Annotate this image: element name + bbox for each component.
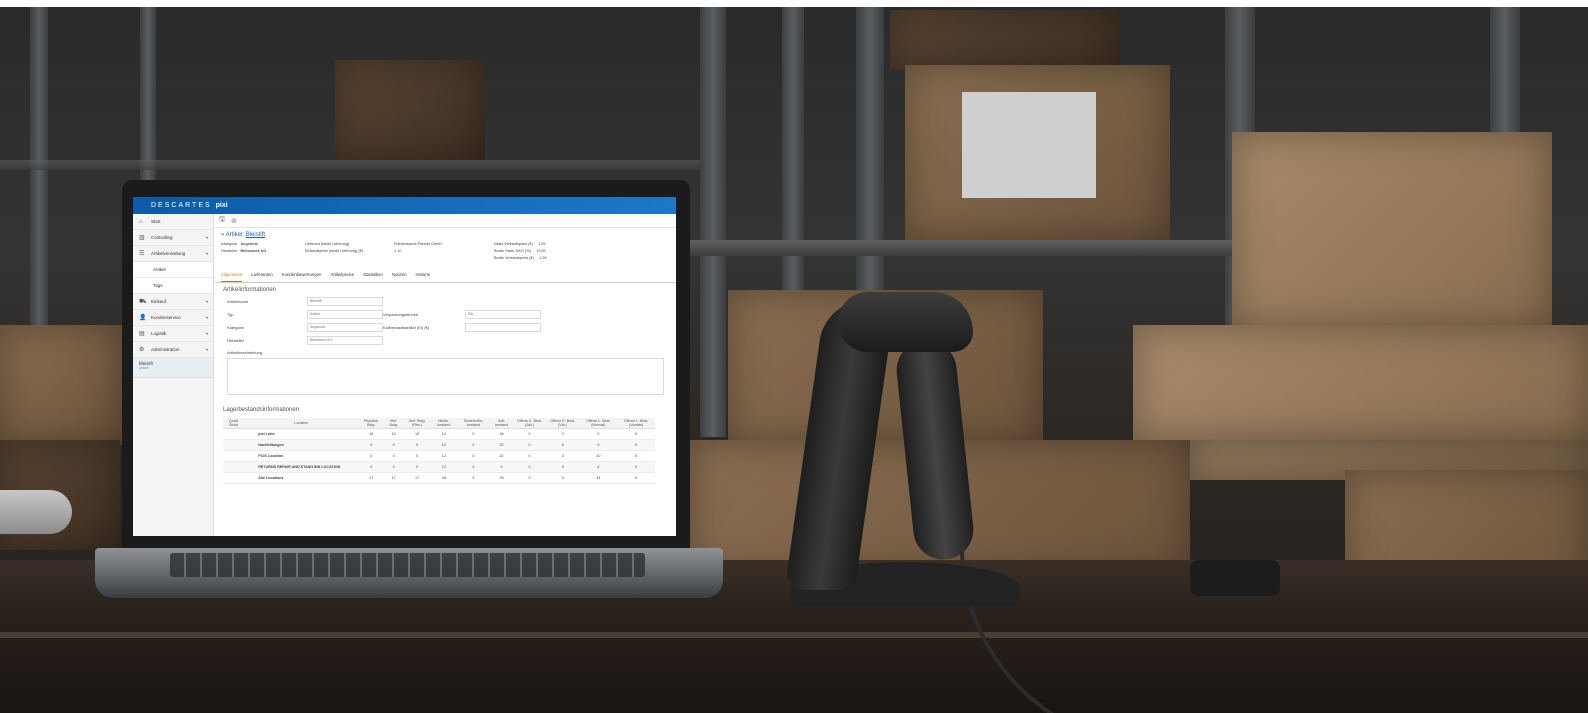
chevron-down-icon: ▾ [205, 315, 208, 320]
sidebar-item-logistik[interactable]: ▤ Logistik ▾ [133, 326, 213, 342]
sidebar: ⌂ Start ▥ Controlling ▾ ☰ Artikelverwaltung ▾… [133, 214, 214, 536]
chevron-down-icon: ▾ [205, 331, 208, 336]
hersteller-field[interactable]: Bibliowerk AG [307, 336, 383, 345]
chevron-down-icon: ▾ [205, 347, 208, 352]
shelf-beam [690, 240, 1250, 256]
main-content: 🖫 ⊘ « Artikel: Bleistift Kategorie Angeb… [215, 214, 676, 536]
home-icon: ⌂ [139, 218, 143, 225]
chevron-down-icon: ▾ [205, 235, 208, 240]
sidebar-item-einkauf[interactable]: ⛟ Einkauf ▾ [133, 294, 213, 310]
table-header-row: Quick Stock Location Physikal. Bstg. Ver… [223, 418, 655, 429]
chevron-down-icon: ▾ [205, 299, 208, 304]
section-title-artikelinformationen: Artikelinformationen [223, 287, 277, 293]
table-row[interactable]: pixi Lotte 16 10 10 12 0 38 0 0 0 0 [223, 428, 655, 440]
sidebar-item-artikelverwaltung[interactable]: ☰ Artikelverwaltung ▾ [133, 246, 213, 262]
shelf-beam [0, 160, 700, 170]
shelf-post [30, 7, 48, 337]
shelf-post [1490, 7, 1520, 137]
sidebar-item-kundenservice[interactable]: 👤 Kundenservice ▾ [133, 310, 213, 326]
tab-statistiken[interactable]: Statistiken [363, 272, 383, 282]
sidebar-item-controlling[interactable]: ▥ Controlling ▾ [133, 230, 213, 246]
sidebar-item-artikel[interactable]: Artikel [133, 262, 213, 278]
app-topbar: DESCARTES pixi [133, 197, 676, 214]
shelf-post [140, 7, 156, 207]
barcode-scanner [838, 292, 973, 352]
warehouse-photo-background: DESCARTES pixi ⌂ Start ▥ Controlling ▾ ☰ Art… [0, 0, 1588, 713]
sidebar-item-administration[interactable]: ⚙ Administration ▾ [133, 342, 213, 358]
cardboard-box [1232, 132, 1552, 328]
kaltverkauf-field[interactable] [465, 323, 541, 332]
tab-artikelpreise[interactable]: Artikelpreise [330, 272, 354, 282]
sidebar-active-record[interactable]: Bleistift Artikel [133, 358, 213, 378]
cardboard-box [1133, 325, 1588, 440]
tab-kundenbewertungen[interactable]: Kundenbewertungen [282, 272, 322, 282]
tab-historie[interactable]: Historie [416, 272, 431, 282]
top-strip [0, 0, 1588, 7]
tape-roll [0, 490, 72, 534]
description-textarea[interactable] [227, 358, 664, 395]
chart-icon: ▥ [139, 235, 145, 241]
list-icon: ☰ [139, 251, 145, 257]
toolbar: 🖫 ⊘ [215, 214, 676, 228]
sidebar-item-start[interactable]: ⌂ Start [133, 214, 213, 230]
article-header: Kategorie Angebote Lieferant (letzte Lie… [221, 242, 547, 260]
app-logo[interactable]: DESCARTES pixi [151, 202, 228, 209]
section-title-lager: Lagerbestandsinformationen [223, 407, 300, 413]
breadcrumb[interactable]: « Artikel: Bleistift [215, 228, 676, 240]
typ-field[interactable]: Artikel [307, 310, 383, 319]
gear-icon: ⚙ [139, 347, 145, 353]
shelf-post [700, 7, 726, 437]
truck-icon: ▤ [139, 331, 145, 337]
shipping-label [962, 92, 1096, 198]
tab-lieferanten[interactable]: Lieferanten [251, 272, 273, 282]
cardboard-box [0, 325, 122, 445]
cardboard-box [890, 10, 1120, 70]
verpackungseinheit-field[interactable]: Stk [465, 310, 541, 319]
active-record-type: Artikel [139, 366, 149, 370]
artikelname-field[interactable]: Bleistift [307, 297, 383, 306]
cart-icon: ⛟ [139, 298, 147, 305]
chevron-down-icon: ▾ [205, 251, 208, 256]
tab-bar: Allgemeine Lieferanten Kundenbewertungen… [215, 266, 676, 283]
description-label: Artikelbeschreibung [227, 350, 263, 355]
stock-table: Quick Stock Location Physikal. Bstg. Ver… [223, 418, 655, 484]
user-icon: 👤 [139, 315, 147, 321]
save-icon[interactable]: 🖫 [219, 215, 225, 226]
kategorie-field[interactable]: Angebote [307, 323, 383, 332]
laptop-keyboard [170, 553, 645, 577]
table-row[interactable]: RETURNS REPAIR AND STASH BIN LOCATION 0 0 0… [223, 461, 655, 473]
table-row[interactable]: Nachfüllungen 0 0 0 12 0 22 0 0 0 0 [223, 439, 655, 451]
tab-allgemeine[interactable]: Allgemeine [221, 272, 243, 282]
tab-notizen[interactable]: Notizen [392, 272, 407, 282]
refresh-icon[interactable]: ⊘ [231, 217, 237, 225]
usb-device [1190, 560, 1280, 596]
cardboard-box [335, 60, 485, 160]
article-form: Artikelname Bleistift Typ Artikel Verpac… [215, 295, 676, 347]
app-screen: DESCARTES pixi ⌂ Start ▥ Controlling ▾ ☰ Art… [133, 197, 676, 536]
sidebar-item-tags[interactable]: Tags [133, 278, 213, 294]
table-row[interactable]: Alle Locations 17 17 17 48 0 39 0 0 34 0 [223, 472, 655, 484]
desk-edge [0, 632, 1588, 638]
table-row[interactable]: PCIS Location 0 0 0 12 0 22 0 0 10 0 [223, 450, 655, 462]
